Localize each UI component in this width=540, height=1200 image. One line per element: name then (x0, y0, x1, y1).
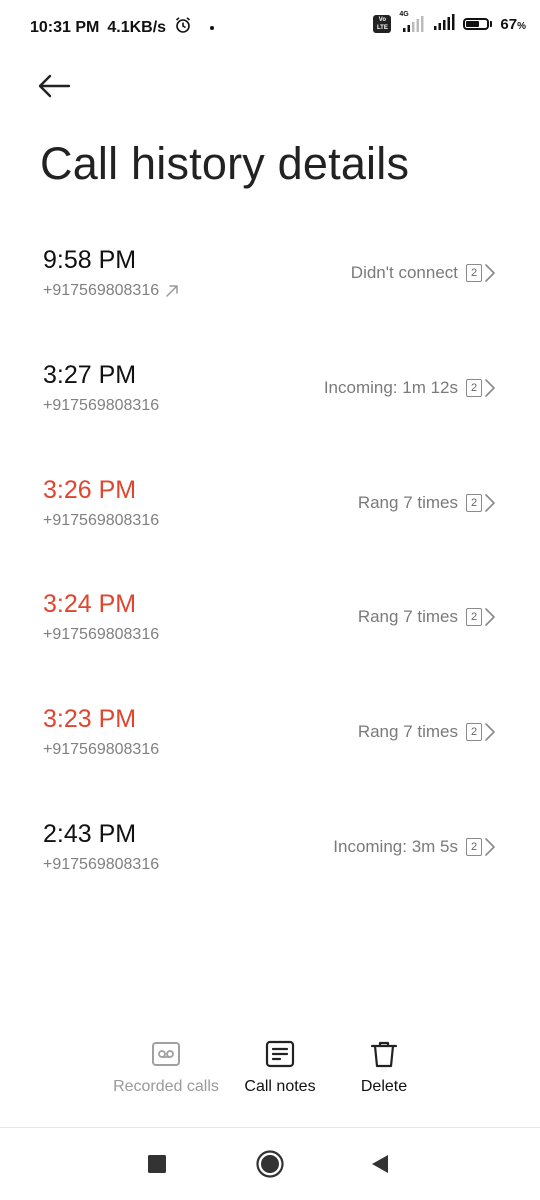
chevron-right-icon (485, 723, 495, 741)
call-number-line: +917569808316 (43, 741, 159, 759)
call-status: Rang 7 times 2 (358, 493, 496, 513)
call-status-text: Incoming: 1m 12s (323, 377, 458, 397)
status-left: 10:31 PM 4.1KB/s (30, 16, 215, 39)
call-status-text: Rang 7 times (357, 607, 458, 627)
square-icon (148, 1155, 166, 1173)
page-title: Call history details (40, 138, 410, 189)
battery-fill (466, 21, 480, 27)
call-number: +917569808316 (43, 282, 160, 299)
sim-2-icon: 2 (466, 608, 482, 627)
call-row[interactable]: 3:27 PM +917569808316 Incoming: 1m 12s 2 (0, 343, 540, 458)
call-status: Incoming: 3m 5s 2 (333, 837, 496, 857)
recorded-calls-button[interactable]: Recorded calls (108, 1040, 224, 1096)
chevron-right-icon (485, 378, 495, 397)
sim-2-icon: 2 (466, 378, 482, 397)
chevron-right-icon (485, 838, 495, 856)
call-number: +917569808316 (43, 511, 160, 529)
call-notes-button[interactable]: Call notes (236, 1040, 324, 1096)
call-notes-icon (265, 1040, 295, 1068)
sim-2-icon: 2 (466, 723, 482, 742)
network-speed: 4.1KB/s (107, 18, 167, 36)
call-status: Didn't connect 2 (351, 263, 496, 283)
status-right: Vo LTE 4G 67% (373, 11, 526, 34)
call-number: +917569808316 (43, 741, 160, 759)
delete-button[interactable]: Delete (348, 1040, 420, 1096)
call-number-line: +917569808316 (43, 512, 159, 530)
call-row[interactable]: 2:43 PM +917569808316 Incoming: 3m 5s 2 (0, 802, 540, 917)
status-bar: 10:31 PM 4.1KB/s Vo LTE 4G 67% (0, 0, 540, 52)
recorded-calls-icon (152, 1042, 180, 1066)
call-list: 9:58 PM +917569808316 Didn't connect 2 3:27 … (0, 228, 540, 917)
call-number-line: +917569808316 (43, 856, 159, 874)
call-row[interactable]: 3:26 PM +917569808316 Rang 7 times 2 (0, 458, 540, 573)
battery-percent: 67% (500, 15, 526, 33)
notification-dot-icon (210, 25, 215, 30)
volte-icon: Vo LTE (373, 15, 392, 33)
status-time: 10:31 PM (30, 18, 100, 36)
call-time: 3:26 PM (43, 475, 137, 504)
call-status-text: Didn't connect (350, 263, 458, 282)
call-time: 9:58 PM (43, 246, 137, 274)
call-row[interactable]: 3:24 PM +917569808316 Rang 7 times 2 (0, 572, 540, 687)
trash-icon (370, 1041, 398, 1068)
call-number-line: +917569808316 (43, 282, 179, 300)
chevron-right-icon (485, 264, 495, 282)
call-status-text: Rang 7 times (357, 492, 458, 512)
back-nav-button[interactable] (364, 1148, 396, 1180)
back-arrow-icon (38, 74, 71, 98)
call-time: 3:24 PM (43, 590, 137, 619)
bottom-actions: Recorded calls Call notes Delete (0, 1040, 540, 1110)
call-status: Rang 7 times 2 (358, 722, 496, 742)
call-time: 3:23 PM (43, 705, 137, 734)
call-time: 2:43 PM (43, 819, 137, 848)
call-number-line: +917569808316 (43, 397, 159, 415)
call-number: +917569808316 (43, 855, 160, 873)
call-number: +917569808316 (43, 626, 160, 644)
sim-2-icon: 2 (466, 493, 482, 512)
call-notes-label: Call notes (244, 1078, 316, 1095)
signal-4g-icon: 4G (399, 11, 425, 33)
navigation-bar (0, 1128, 540, 1200)
call-row[interactable]: 9:58 PM +917569808316 Didn't connect 2 (0, 228, 540, 343)
call-status-text: Incoming: 3m 5s (333, 836, 458, 856)
sim-2-icon: 2 (466, 264, 482, 282)
chevron-right-icon (485, 493, 495, 512)
alarm-icon (174, 16, 192, 39)
call-status-text: Rang 7 times (357, 722, 458, 742)
recent-apps-button[interactable] (141, 1148, 173, 1180)
call-status: Rang 7 times 2 (358, 607, 496, 627)
call-status: Incoming: 1m 12s 2 (324, 378, 496, 398)
home-circle-icon (256, 1150, 284, 1178)
signal-icon (433, 14, 455, 34)
home-button[interactable] (254, 1148, 286, 1180)
call-number-line: +917569808316 (43, 626, 159, 644)
battery-icon (463, 18, 493, 30)
recorded-calls-label: Recorded calls (113, 1078, 219, 1095)
call-number: +917569808316 (43, 396, 160, 414)
back-triangle-icon (372, 1155, 388, 1173)
delete-label: Delete (360, 1078, 408, 1095)
outgoing-call-icon (166, 285, 178, 297)
call-time: 3:27 PM (43, 360, 137, 389)
sim-2-icon: 2 (466, 837, 482, 856)
back-button[interactable] (32, 64, 76, 108)
chevron-right-icon (485, 608, 495, 627)
call-row[interactable]: 3:23 PM +917569808316 Rang 7 times 2 (0, 687, 540, 802)
